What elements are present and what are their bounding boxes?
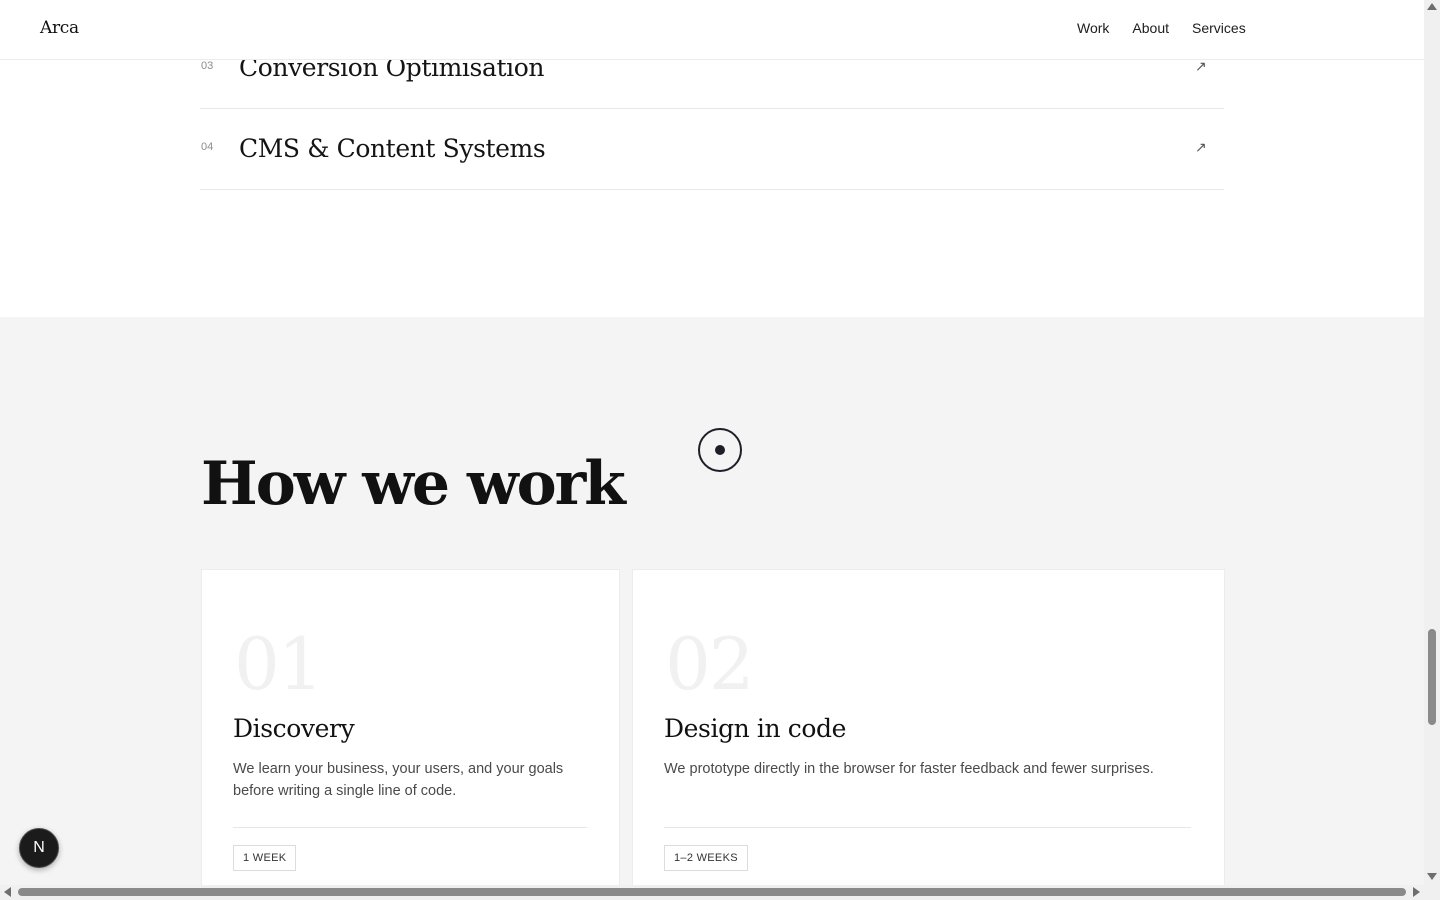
logo[interactable]: Arca (40, 18, 79, 38)
main-nav: Work About Services (1077, 20, 1269, 36)
service-title: CMS & Content Systems (239, 134, 546, 163)
nav-link-services[interactable]: Services (1192, 20, 1246, 36)
divider (233, 827, 587, 828)
nav-link-work[interactable]: Work (1077, 20, 1109, 36)
service-number: 04 (201, 141, 214, 153)
scroll-right-arrow-icon[interactable] (1413, 887, 1420, 897)
step-description: We learn your business, your users, and … (233, 761, 564, 799)
nav-link-about[interactable]: About (1132, 20, 1169, 36)
process-card: 02 Design in code We prototype directly … (632, 569, 1225, 885)
process-card: 01 Discovery We learn your business, you… (201, 569, 620, 885)
service-row[interactable]: 04 CMS & Content Systems ↗ (200, 109, 1224, 190)
scroll-up-arrow-icon[interactable] (1427, 3, 1437, 10)
vertical-scrollbar[interactable] (1424, 0, 1440, 885)
site-header: Arca Work About Services (0, 0, 1424, 60)
step-description: We prototype directly in the browser for… (664, 761, 1154, 777)
duration-badge: 1–2 WEEKS (664, 845, 748, 871)
page: Arca Work About Services 03 Conversion O… (0, 0, 1424, 885)
scroll-down-arrow-icon[interactable] (1427, 873, 1437, 880)
scrollbar-thumb[interactable] (18, 888, 1406, 896)
scrollbar-thumb[interactable] (1428, 629, 1436, 725)
section-title: How we work (201, 449, 626, 519)
cursor-dot (715, 445, 725, 455)
arrow-up-right-icon[interactable]: ↗ (1195, 139, 1207, 156)
scrollbar-corner (1424, 885, 1440, 900)
arrow-up-right-icon[interactable]: ↗ (1195, 58, 1207, 75)
divider (664, 827, 1191, 828)
service-number: 03 (201, 60, 214, 72)
custom-cursor-icon (698, 428, 742, 472)
step-number: 02 (665, 622, 755, 706)
step-number: 01 (234, 622, 324, 706)
scroll-left-arrow-icon[interactable] (4, 887, 11, 897)
how-we-work-section: How we work 01 Discovery We learn your b… (0, 317, 1424, 885)
horizontal-scrollbar[interactable] (0, 885, 1424, 900)
duration-badge: 1 WEEK (233, 845, 297, 871)
step-title: Design in code (664, 714, 847, 743)
step-title: Discovery (233, 714, 355, 743)
nextjs-icon[interactable]: N (19, 828, 59, 868)
